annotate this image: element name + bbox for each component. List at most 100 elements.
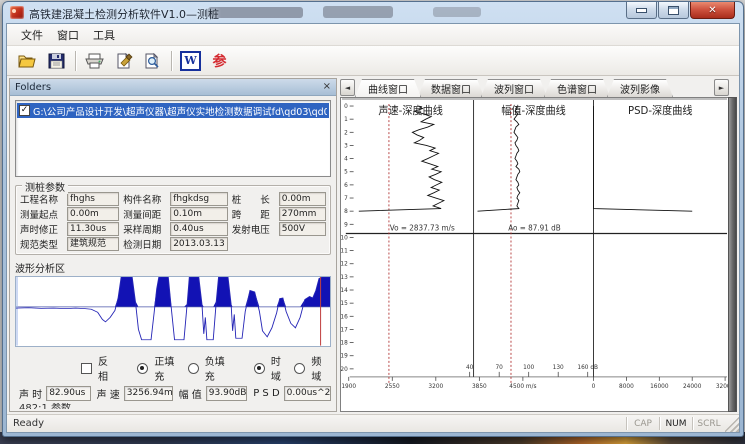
- time-domain-label: 时域: [271, 353, 291, 383]
- param-value-sample-period[interactable]: 0.40us: [170, 222, 228, 236]
- maximize-icon: [668, 6, 679, 15]
- toolbar-separator: [171, 51, 172, 71]
- svg-text:4500 m/s: 4500 m/s: [509, 384, 536, 390]
- svg-text:3200: 3200: [428, 384, 443, 390]
- param-value-test-date[interactable]: 2013.03.13: [170, 237, 228, 251]
- svg-text:11: 11: [341, 249, 348, 255]
- param-value-pile-length[interactable]: 0.00m: [279, 192, 326, 206]
- save-floppy-icon: [48, 53, 65, 69]
- svg-text:7: 7: [344, 196, 348, 202]
- minimize-button[interactable]: [626, 2, 657, 19]
- param-value-start-depth[interactable]: 0.00m: [67, 207, 119, 221]
- menu-file[interactable]: 文件: [14, 25, 50, 45]
- param-value-spacing[interactable]: 0.10m: [170, 207, 228, 221]
- sound-time-field[interactable]: 82.90us: [46, 386, 90, 401]
- depth-curves-chart[interactable]: 01234567891011121314151617181920声速-深度曲线1…: [340, 97, 729, 412]
- tab-curve-window[interactable]: 曲线窗口: [355, 79, 421, 97]
- window-title: 高铁建混凝土检测分析软件V1.0—测桩: [29, 6, 219, 22]
- tab-wavetrain-window[interactable]: 波列窗口: [481, 79, 547, 97]
- tab-spectrum-window[interactable]: 色谱窗口: [544, 79, 610, 97]
- app-window: 高铁建混凝土检测分析软件V1.0—测桩 ✕ 文件 窗口 工具: [2, 1, 744, 437]
- param-value-time-correction[interactable]: 11.30us: [67, 222, 119, 236]
- svg-text:9: 9: [344, 222, 348, 228]
- negative-fill-radio[interactable]: [188, 363, 199, 374]
- title-bar[interactable]: 高铁建混凝土检测分析软件V1.0—测桩 ✕: [3, 2, 743, 23]
- glass-reflection: [433, 7, 481, 17]
- folders-close-icon[interactable]: ×: [323, 82, 331, 92]
- resize-grip[interactable]: [725, 415, 739, 432]
- velocity-label: 声 速: [97, 386, 120, 401]
- parameter-char-icon: 参: [213, 51, 227, 71]
- param-value-span[interactable]: 270mm: [279, 207, 326, 221]
- menu-tools[interactable]: 工具: [86, 25, 122, 45]
- velocity-field[interactable]: 3256.94m/s: [124, 386, 173, 401]
- print-button[interactable]: [80, 48, 109, 74]
- svg-text:3: 3: [344, 143, 348, 149]
- param-value-voltage[interactable]: 500V: [279, 222, 326, 236]
- menu-window[interactable]: 窗口: [50, 25, 86, 45]
- print-setup-button[interactable]: [109, 48, 138, 74]
- param-label: 采样周期: [123, 222, 170, 236]
- vertical-scrollbar[interactable]: [728, 97, 737, 412]
- chart-panel: ◄ 曲线窗口 数据窗口 波列窗口 色谱窗口 波列影像 ► 01234567891…: [340, 78, 737, 412]
- word-export-button[interactable]: W: [176, 48, 205, 74]
- time-domain-radio[interactable]: [254, 363, 265, 374]
- svg-text:19: 19: [341, 354, 348, 360]
- minimize-icon: [636, 8, 647, 13]
- svg-text:1: 1: [344, 117, 348, 123]
- psd-field[interactable]: 0.00us^2/m: [284, 386, 331, 401]
- folders-panel: Folders × ✓ G:\公司产品设计开发\超声仪器\超声仪实地检测数据调试…: [9, 78, 337, 412]
- svg-text:160 dB: 160 dB: [577, 365, 598, 371]
- glass-reflection: [323, 6, 393, 18]
- svg-text:18: 18: [341, 341, 348, 347]
- svg-text:8: 8: [344, 209, 348, 215]
- param-label: 桩 长: [232, 192, 279, 206]
- svg-text:8000: 8000: [619, 384, 634, 390]
- svg-text:Vo = 2837.73 m/s: Vo = 2837.73 m/s: [390, 223, 455, 232]
- param-value-component-name[interactable]: fhgkdsg: [170, 192, 228, 206]
- svg-text:24000: 24000: [683, 384, 702, 390]
- tab-scroll-left-icon[interactable]: ◄: [340, 79, 355, 96]
- parameters-button[interactable]: 参: [205, 48, 234, 74]
- file-list: ✓ G:\公司产品设计开发\超声仪器\超声仪实地检测数据调试fd\qd03\qd…: [15, 100, 331, 177]
- word-icon: W: [180, 51, 201, 71]
- param-value-standard-type[interactable]: 建筑规范: [67, 237, 119, 251]
- svg-text:40: 40: [466, 365, 474, 371]
- main-area: Folders × ✓ G:\公司产品设计开发\超声仪器\超声仪实地检测数据调试…: [7, 76, 739, 414]
- param-label: 构件名称: [123, 192, 170, 206]
- clipped-text-fragment: 482:1 参数: [19, 403, 331, 409]
- param-label: 规范类型: [20, 237, 67, 251]
- svg-text:PSD-深度曲线: PSD-深度曲线: [628, 104, 693, 117]
- print-preview-button[interactable]: [138, 48, 167, 74]
- file-checkbox-checked[interactable]: ✓: [19, 105, 30, 116]
- amplitude-field[interactable]: 93.90dB: [206, 386, 247, 401]
- save-button[interactable]: [42, 48, 71, 74]
- maximize-button[interactable]: [658, 2, 689, 19]
- close-button[interactable]: ✕: [690, 2, 735, 19]
- svg-text:0: 0: [592, 384, 596, 390]
- printer-icon: [85, 53, 104, 69]
- file-list-item[interactable]: ✓ G:\公司产品设计开发\超声仪器\超声仪实地检测数据调试fd\qd03\qd…: [17, 103, 329, 118]
- waveform-plot[interactable]: [15, 276, 331, 347]
- svg-text:15: 15: [341, 301, 348, 307]
- svg-text:16000: 16000: [650, 384, 669, 390]
- svg-text:70: 70: [495, 365, 503, 371]
- svg-text:6: 6: [344, 183, 348, 189]
- tab-wavetrain-image[interactable]: 波列影像: [607, 79, 673, 97]
- freq-domain-radio[interactable]: [294, 363, 305, 374]
- tab-scroll-right-icon[interactable]: ►: [714, 79, 729, 96]
- invert-checkbox[interactable]: [81, 363, 92, 374]
- svg-text:10: 10: [341, 235, 348, 241]
- param-value-project-name[interactable]: fhghs: [67, 192, 119, 206]
- svg-text:4: 4: [344, 157, 348, 163]
- tab-strip: ◄ 曲线窗口 数据窗口 波列窗口 色谱窗口 波列影像 ►: [340, 78, 737, 97]
- pile-params-group: 测桩参数 工程名称fhghs 构件名称fhgkdsg 桩 长0.00m 测量起点…: [15, 185, 331, 255]
- positive-fill-radio[interactable]: [137, 363, 148, 374]
- svg-text:2550: 2550: [385, 384, 400, 390]
- tab-data-window[interactable]: 数据窗口: [418, 79, 484, 97]
- open-button[interactable]: [13, 48, 42, 74]
- psd-label: P S D: [253, 388, 279, 399]
- svg-text:2: 2: [344, 130, 348, 136]
- app-icon: [10, 6, 24, 19]
- open-folder-icon: [18, 53, 38, 69]
